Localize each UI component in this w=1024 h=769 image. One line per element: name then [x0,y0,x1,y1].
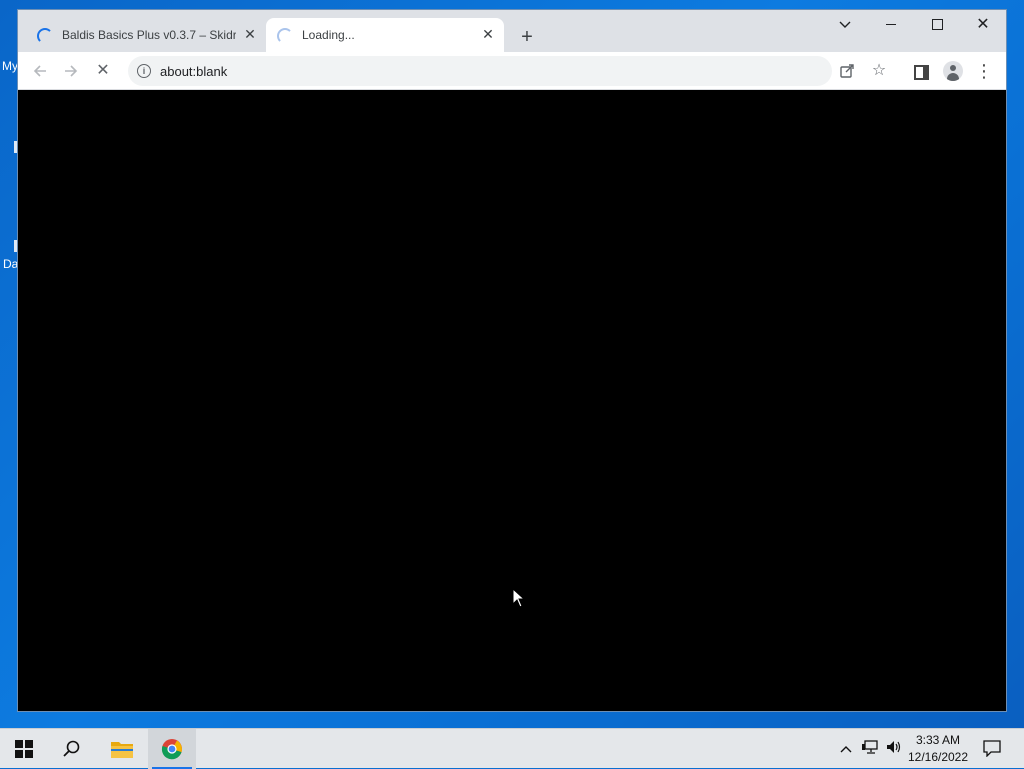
chrome-icon [161,739,182,760]
tab-search-button[interactable] [822,10,868,40]
volume-icon[interactable] [884,739,904,759]
profile-button[interactable] [939,58,965,84]
speaker-icon [887,741,901,753]
close-tab-icon[interactable]: ✕ [242,26,258,42]
tab-baldis-basics[interactable]: Baldis Basics Plus v0.3.7 – Skidrow ✕ [26,18,266,52]
maximize-button[interactable] [914,10,960,40]
close-window-button[interactable]: ✕ [960,10,1006,40]
share-button[interactable] [834,58,860,84]
chevron-up-icon [840,746,852,753]
close-tab-icon[interactable]: ✕ [480,26,496,42]
file-explorer-button[interactable] [98,729,146,769]
network-icon[interactable] [861,739,881,759]
page-content[interactable] [18,90,1006,711]
desktop-icon-label-fragment[interactable]: My [2,59,18,73]
stop-loading-icon: ✕ [96,62,110,79]
url-text[interactable]: about:blank [160,64,227,79]
back-button[interactable] [27,58,53,84]
arrow-left-icon [33,65,46,77]
bookmark-star-icon[interactable]: ☆ [866,58,892,84]
mouse-cursor-icon [512,588,526,608]
loading-spinner-icon [37,28,53,44]
forward-button[interactable] [58,58,84,84]
tab-loading[interactable]: Loading... ✕ [266,18,504,52]
start-button[interactable] [0,729,48,769]
desktop-icon-label-fragment[interactable]: Da [3,257,18,271]
notification-center-icon [983,740,1001,758]
chevron-down-icon [839,21,851,28]
arrow-right-icon [65,65,78,77]
share-icon [840,64,854,78]
notifications-button[interactable] [982,739,1002,759]
clock-date[interactable]: 12/16/2022 [902,750,974,764]
taskbar: 3:33 AM 12/16/2022 [0,728,1024,769]
tab-title: Loading... [302,28,355,42]
browser-toolbar: ✕ i about:blank ☆ ⋮ [18,52,1006,90]
profile-avatar-icon [943,61,963,81]
clock-time[interactable]: 3:33 AM [902,733,974,747]
loading-spinner-icon [277,28,293,44]
stop-loading-button[interactable]: ✕ [90,58,116,84]
start-icon [15,740,33,758]
tab-title: Baldis Basics Plus v0.3.7 – Skidrow [62,28,236,42]
desktop-icon-fragment[interactable] [14,141,17,153]
site-info-icon[interactable]: i [137,64,151,78]
show-hidden-icons-chevron-icon[interactable] [836,739,856,759]
chrome-taskbar-button[interactable] [148,729,196,769]
side-panel-button[interactable] [907,58,933,84]
file-explorer-icon [111,742,133,758]
new-tab-button[interactable]: + [515,26,539,50]
network-monitor-icon [862,740,878,754]
tab-strip: Baldis Basics Plus v0.3.7 – Skidrow ✕ Lo… [18,10,1006,52]
search-icon [63,740,80,757]
browser-menu-icon[interactable]: ⋮ [971,58,997,84]
taskbar-search-button[interactable] [48,729,96,769]
side-panel-icon [914,65,929,80]
address-bar[interactable]: i about:blank ☆ [128,56,886,86]
minimize-button[interactable] [868,10,914,40]
desktop-icon-fragment[interactable] [14,240,17,252]
